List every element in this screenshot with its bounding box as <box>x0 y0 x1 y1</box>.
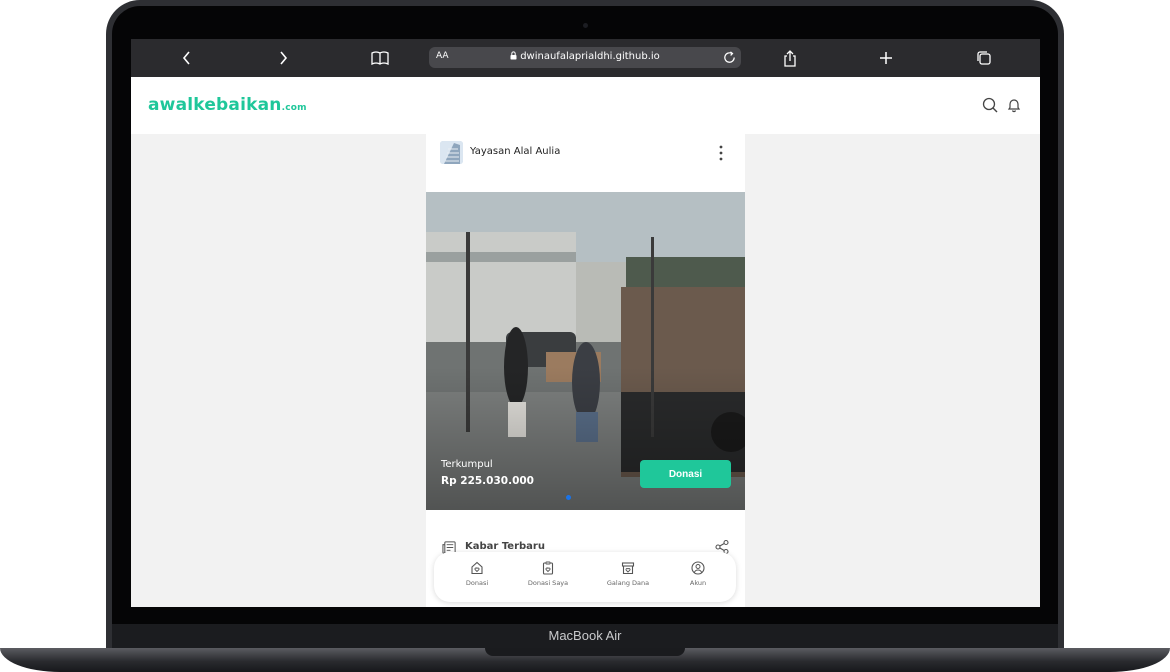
browser-toolbar: AA dwinaufalaprialdhi.github.io <box>131 39 1040 77</box>
collected-label: Terkumpul <box>441 459 493 470</box>
nav-label: Donasi <box>465 579 489 587</box>
bell-icon[interactable] <box>1006 97 1022 113</box>
plus-icon[interactable] <box>875 48 897 68</box>
url-text: dwinaufalaprialdhi.github.io <box>429 51 741 62</box>
address-bar[interactable]: AA dwinaufalaprialdhi.github.io <box>429 47 741 68</box>
organization-name[interactable]: Yayasan Alal Aulia <box>470 146 560 157</box>
logo-main: awalkebaikan <box>148 95 282 115</box>
news-title: Kabar Terbaru <box>465 541 545 552</box>
collected-amount: Rp 225.030.000 <box>441 475 534 487</box>
browser-screen: AA dwinaufalaprialdhi.github.io awalkeba… <box>131 39 1040 607</box>
search-icon[interactable] <box>982 97 998 113</box>
carousel-indicator[interactable] <box>566 495 571 500</box>
device-label: MacBook Air <box>548 628 622 643</box>
nav-item-galang-dana[interactable]: Galang Dana <box>593 561 663 599</box>
clipboard-heart-icon <box>542 561 554 575</box>
site-logo[interactable]: awalkebaikan.com <box>148 95 307 115</box>
share-icon[interactable] <box>779 48 801 68</box>
donate-button[interactable]: Donasi <box>640 460 731 488</box>
laptop-notch <box>485 648 685 656</box>
more-options-icon[interactable] <box>714 144 728 162</box>
forward-icon[interactable] <box>272 48 294 68</box>
nav-item-donasi[interactable]: Donasi <box>442 561 512 599</box>
organization-row: Yayasan Alal Aulia <box>426 134 745 174</box>
url-label: dwinaufalaprialdhi.github.io <box>520 51 660 62</box>
logo-suffix: .com <box>281 103 307 113</box>
book-icon[interactable] <box>369 48 391 68</box>
campaign-image[interactable]: Terkumpul Rp 225.030.000 Donasi <box>426 192 745 510</box>
nav-label: Donasi Saya <box>527 579 569 587</box>
home-heart-icon <box>471 561 483 575</box>
nav-item-donasi-saya[interactable]: Donasi Saya <box>513 561 583 599</box>
tabs-icon[interactable] <box>973 48 995 68</box>
nav-item-akun[interactable]: Akun <box>663 561 733 599</box>
lock-icon <box>510 51 517 60</box>
user-circle-icon <box>691 561 705 575</box>
bottom-navigation: Donasi Donasi Saya Galang Dana Akun <box>434 552 736 602</box>
box-heart-icon <box>621 562 635 575</box>
organization-avatar[interactable] <box>440 141 463 164</box>
site-header: awalkebaikan.com <box>131 77 1040 134</box>
camera-icon <box>583 23 588 28</box>
reload-icon[interactable] <box>722 50 737 65</box>
back-icon[interactable] <box>176 48 198 68</box>
nav-label: Galang Dana <box>606 579 650 587</box>
campaign-card: Yayasan Alal Aulia Terkumpul Rp 225.030.… <box>426 134 745 607</box>
nav-label: Akun <box>689 579 707 587</box>
